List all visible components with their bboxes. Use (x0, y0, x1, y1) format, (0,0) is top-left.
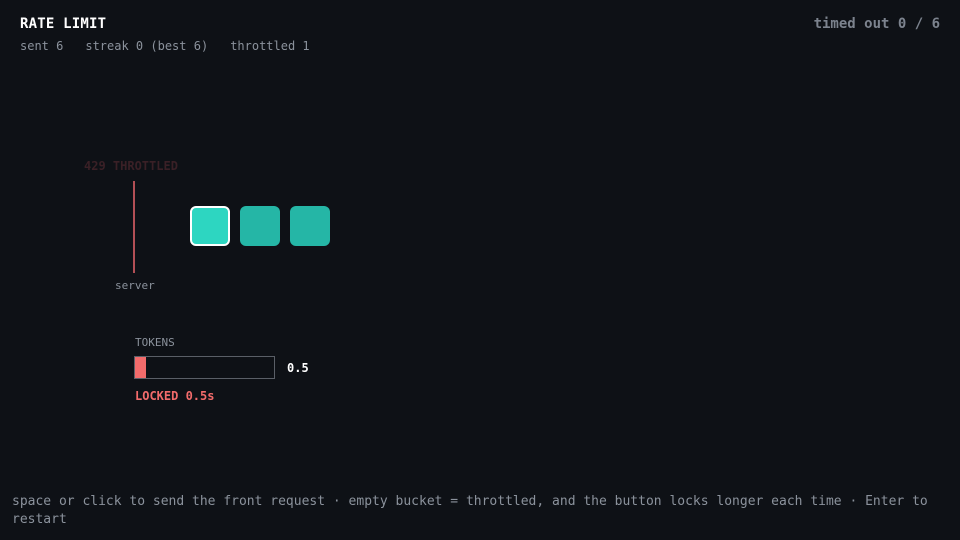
throttled-count: throttled 1 (230, 39, 310, 53)
tokens-label: TOKENS (135, 336, 175, 349)
stats-bar: sent 6 streak 0 (best 6) throttled 1 (20, 39, 332, 53)
throttled-status-label: 429 THROTTLED (84, 159, 178, 173)
request-block (240, 206, 280, 246)
streak-count: streak 0 (best 6) (85, 39, 209, 53)
token-bucket-bar (134, 356, 275, 379)
timed-out-counter: timed out 0 / 6 (813, 16, 940, 32)
request-block (290, 206, 330, 246)
front-request-block[interactable] (190, 206, 230, 246)
tokens-value: 0.5 (287, 361, 309, 375)
help-text: space or click to send the front request… (12, 494, 928, 527)
token-bucket-fill (135, 357, 147, 378)
server-label: server (115, 279, 155, 292)
sent-count: sent 6 (20, 39, 64, 53)
locked-status: LOCKED 0.5s (135, 389, 215, 403)
server-line (133, 181, 135, 273)
game-title: RATE LIMIT (20, 16, 107, 32)
